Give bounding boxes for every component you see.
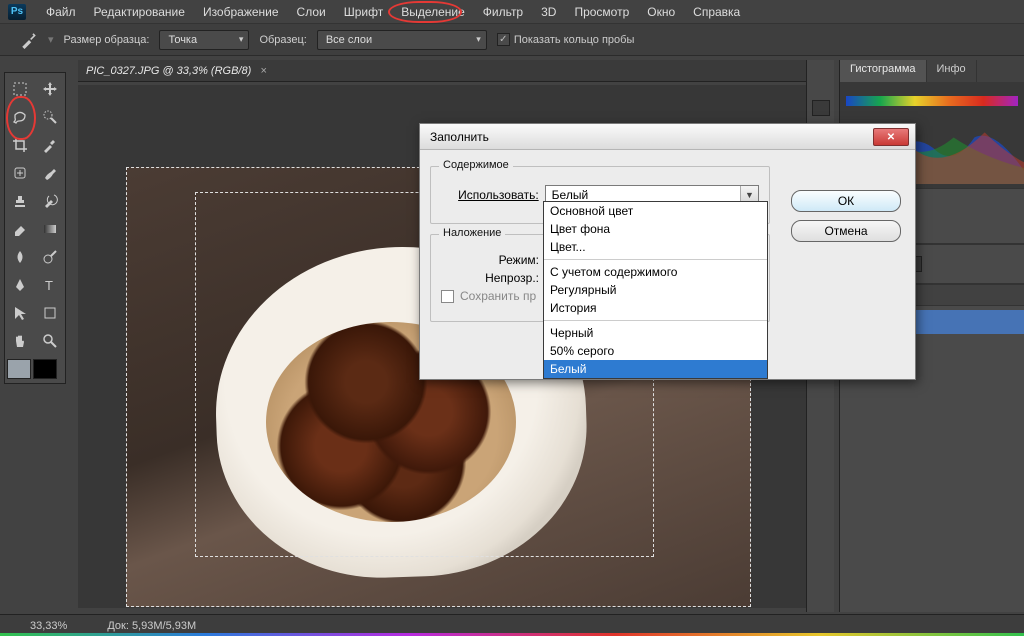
menu-window[interactable]: Окно (639, 2, 683, 22)
type-tool[interactable]: T (37, 273, 63, 297)
cancel-button[interactable]: Отмена (791, 220, 901, 242)
path-select-tool[interactable] (7, 301, 33, 325)
move-tool[interactable] (37, 77, 63, 101)
sample-select[interactable]: Все слои (317, 30, 487, 50)
color-swatches[interactable] (7, 359, 63, 379)
panel-tab-bar: Гистограмма Инфо (840, 60, 1024, 82)
menu-filter[interactable]: Фильтр (475, 2, 531, 22)
menu-select[interactable]: Выделение (393, 2, 473, 22)
dd-foreground[interactable]: Основной цвет (544, 202, 767, 220)
fieldset-content-legend: Содержимое (439, 159, 513, 171)
menu-type[interactable]: Шрифт (336, 2, 391, 22)
menu-file[interactable]: Файл (38, 2, 84, 22)
menu-3d[interactable]: 3D (533, 2, 564, 22)
brush-tool[interactable] (37, 161, 63, 185)
dd-color[interactable]: Цвет... (544, 238, 767, 256)
document-tab[interactable]: PIC_0327.JPG @ 33,3% (RGB/8) × (86, 65, 267, 77)
document-tab-bar: PIC_0327.JPG @ 33,3% (RGB/8) × (78, 60, 834, 82)
menu-bar: Ps Файл Редактирование Изображение Слои … (0, 0, 1024, 24)
status-zoom[interactable]: 33,33% (30, 620, 67, 632)
stamp-tool[interactable] (7, 189, 33, 213)
options-bar: ▾ Размер образца: Точка Образец: Все сло… (0, 24, 1024, 56)
status-doc: Док: 5,93M/5,93M (107, 620, 196, 632)
tab-histogram[interactable]: Гистограмма (840, 60, 927, 82)
background-color[interactable] (33, 359, 57, 379)
dd-history[interactable]: История (544, 299, 767, 317)
collapsed-panel-icon[interactable] (812, 100, 830, 116)
menu-help[interactable]: Справка (685, 2, 748, 22)
dd-background[interactable]: Цвет фона (544, 220, 767, 238)
mode-label: Режим: (441, 253, 539, 267)
dialog-title: Заполнить (430, 130, 489, 144)
current-tool-icon (20, 31, 38, 49)
dd-white[interactable]: Белый (544, 360, 767, 378)
dd-pattern[interactable]: Регулярный (544, 281, 767, 299)
fieldset-content: Содержимое Использовать: Белый ▼ Основно… (430, 166, 770, 224)
opacity-label: Непрозр.: (441, 271, 539, 285)
dd-separator-1 (544, 259, 767, 260)
dialog-button-column: ОК Отмена (791, 190, 901, 250)
histogram-gradient-icon (846, 96, 1018, 106)
sample-size-select[interactable]: Точка (159, 30, 249, 50)
fill-dialog: Заполнить ✕ Содержимое Использовать: Бел… (419, 123, 916, 380)
menu-layers[interactable]: Слои (289, 2, 334, 22)
history-brush-tool[interactable] (37, 189, 63, 213)
menu-image[interactable]: Изображение (195, 2, 287, 22)
dd-content-aware[interactable]: С учетом содержимого (544, 263, 767, 281)
hand-tool[interactable] (7, 329, 33, 353)
dodge-tool[interactable] (37, 245, 63, 269)
toolbox: T (4, 72, 66, 384)
dd-black[interactable]: Черный (544, 324, 767, 342)
show-ring-checkbox[interactable]: ✓ (497, 33, 510, 46)
dd-gray[interactable]: 50% серого (544, 342, 767, 360)
eraser-tool[interactable] (7, 217, 33, 241)
use-dropdown: Основной цвет Цвет фона Цвет... С учетом… (543, 201, 768, 379)
app-logo: Ps (8, 4, 26, 20)
menu-view[interactable]: Просмотр (566, 2, 637, 22)
svg-text:T: T (45, 278, 53, 293)
preserve-label: Сохранить пр (460, 289, 536, 303)
sample-label: Образец: (259, 34, 306, 46)
heal-tool[interactable] (7, 161, 33, 185)
foreground-color[interactable] (7, 359, 31, 379)
fieldset-blend-legend: Наложение (439, 227, 505, 239)
lasso-tool[interactable] (7, 105, 33, 129)
use-label: Использовать: (441, 188, 539, 202)
quick-select-tool[interactable] (37, 105, 63, 129)
crop-tool[interactable] (7, 133, 33, 157)
preserve-transparency-checkbox[interactable] (441, 290, 454, 303)
gradient-tool[interactable] (37, 217, 63, 241)
close-tab-icon[interactable]: × (260, 65, 266, 77)
ok-button[interactable]: ОК (791, 190, 901, 212)
dialog-close-button[interactable]: ✕ (873, 128, 909, 146)
pen-tool[interactable] (7, 273, 33, 297)
tab-info[interactable]: Инфо (927, 60, 977, 82)
sample-size-label: Размер образца: (64, 34, 150, 46)
dialog-title-bar[interactable]: Заполнить (420, 124, 915, 150)
menu-edit[interactable]: Редактирование (86, 2, 193, 22)
dd-separator-2 (544, 320, 767, 321)
blur-tool[interactable] (7, 245, 33, 269)
shape-tool[interactable] (37, 301, 63, 325)
show-ring-label: Показать кольцо пробы (514, 34, 635, 46)
zoom-tool[interactable] (37, 329, 63, 353)
marquee-tool[interactable] (7, 77, 33, 101)
eyedropper-tool[interactable] (37, 133, 63, 157)
